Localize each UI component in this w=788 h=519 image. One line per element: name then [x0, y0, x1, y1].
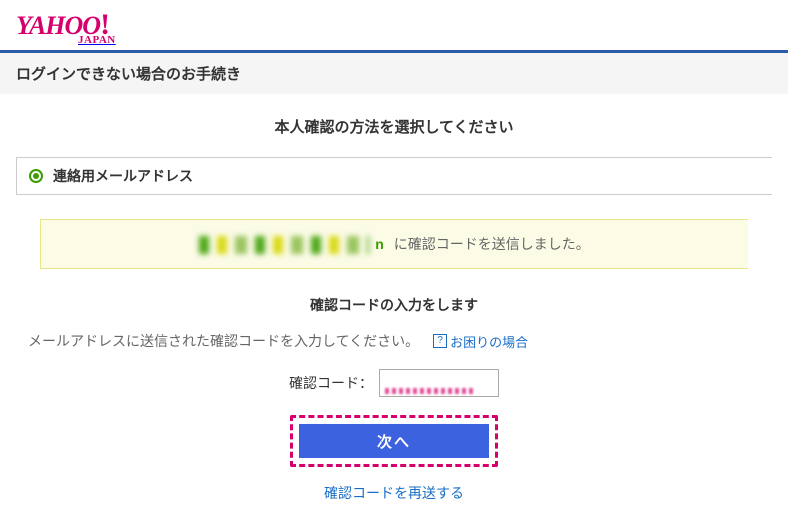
next-button-wrap: 次へ — [0, 407, 788, 473]
next-button-label: 次へ — [377, 434, 411, 451]
instruction-row: メールアドレスに送信された確認コードを入力してください。 ? お困りの場合 — [0, 331, 788, 365]
resend-row: 確認コードを再送する — [0, 473, 788, 519]
code-label: 確認コード： — [289, 373, 373, 393]
highlight-border: 次へ — [290, 415, 498, 467]
verify-option-label: 連絡用メールアドレス — [53, 166, 193, 186]
page-title: ログインできない場合のお手続き — [16, 66, 241, 83]
yahoo-japan-logo[interactable]: YAHOO! JAPAN — [16, 8, 116, 46]
logo-text-sub: JAPAN — [78, 34, 116, 46]
sent-notice: n に確認コードを送信しました。 — [40, 219, 748, 269]
code-form-row: 確認コード： — [0, 365, 788, 407]
next-button[interactable]: 次へ — [299, 424, 489, 458]
help-icon: ? — [433, 334, 447, 348]
verify-option-email[interactable]: 連絡用メールアドレス — [16, 157, 772, 195]
enter-code-title: 確認コードの入力をします — [0, 269, 788, 331]
radio-selected-icon — [29, 169, 43, 183]
instruction-text: メールアドレスに送信された確認コードを入力してください。 — [28, 331, 419, 351]
page-title-bar: ログインできない場合のお手続き — [0, 50, 788, 94]
select-method-title: 本人確認の方法を選択してください — [0, 94, 788, 157]
help-link[interactable]: ? お困りの場合 — [433, 332, 528, 351]
help-link-label: お困りの場合 — [450, 332, 528, 351]
confirmation-code-input[interactable] — [379, 369, 499, 397]
header: YAHOO! JAPAN — [0, 0, 788, 50]
redacted-email-icon — [199, 236, 369, 254]
redacted-tail: n — [375, 236, 384, 252]
resend-link-label: 確認コードを再送する — [324, 485, 464, 501]
sent-notice-text: に確認コードを送信しました。 — [394, 236, 590, 252]
code-input-wrap — [379, 369, 499, 397]
resend-code-link[interactable]: 確認コードを再送する — [324, 485, 464, 501]
